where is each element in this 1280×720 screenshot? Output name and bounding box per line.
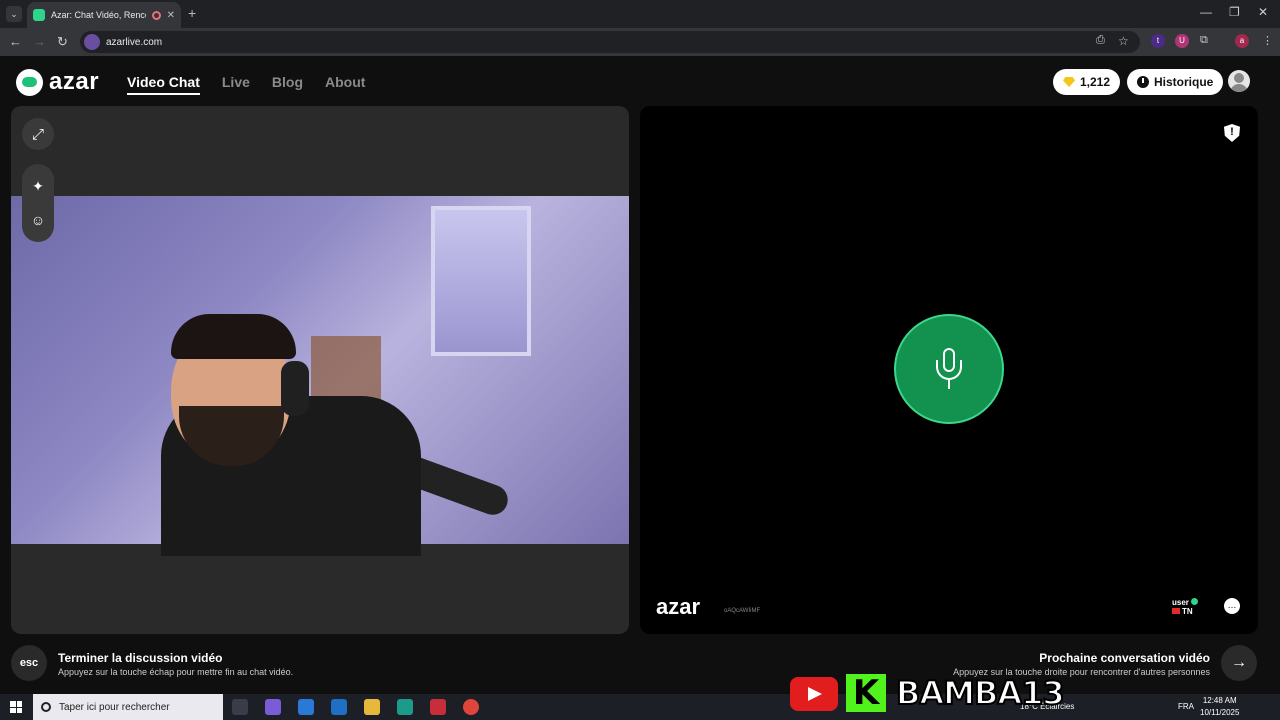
bookmark-star-icon[interactable]: ☆ <box>1118 34 1129 48</box>
forward-icon[interactable]: → <box>33 34 46 49</box>
gem-icon <box>1063 77 1075 87</box>
sparkle-effects-icon[interactable]: ✦ <box>30 178 46 194</box>
azar-watermark: azar <box>656 594 701 619</box>
self-camera-feed <box>11 196 629 556</box>
microphone-button[interactable] <box>894 314 1004 424</box>
esc-key-button[interactable]: esc <box>11 645 47 681</box>
peer-info: user TN <box>1172 598 1198 616</box>
background-window <box>431 206 531 356</box>
nav-live[interactable]: Live <box>222 74 250 95</box>
address-bar: ← → ↻ azarlive.com ⎙ ☆ ⧉ ⋮ <box>0 28 1280 56</box>
tab-search-button[interactable]: ⌄ <box>6 6 22 22</box>
main-nav: Video Chat Live Blog About <box>127 74 365 95</box>
search-placeholder: Taper ici pour rechercher <box>59 701 170 713</box>
microphone-icon <box>934 348 964 390</box>
nav-about[interactable]: About <box>325 74 365 95</box>
windows-start-icon[interactable] <box>10 701 22 713</box>
search-icon <box>41 702 51 712</box>
peer-country: TN <box>1182 607 1193 616</box>
clock-time: 12:48 AM <box>1202 696 1237 705</box>
taskbar-search[interactable]: Taper ici pour rechercher <box>33 694 223 720</box>
tab-close-button[interactable]: ✕ <box>167 10 175 21</box>
person-hair <box>171 314 296 359</box>
history-label: Historique <box>1154 75 1214 89</box>
kick-logo-icon: K <box>846 674 886 712</box>
next-chat-title: Prochaine conversation vidéo <box>1039 651 1210 665</box>
azar-app: azar Video Chat Live Blog About 1,212 Hi… <box>0 56 1280 694</box>
maximize-button[interactable]: ❐ <box>1229 5 1240 19</box>
clock-date: 10/11/2025 <box>1200 708 1240 717</box>
next-chat-button[interactable]: → <box>1221 645 1257 681</box>
nav-blog[interactable]: Blog <box>272 74 303 95</box>
report-shield-icon[interactable]: ! <box>1224 124 1240 142</box>
flag-icon <box>1172 608 1180 614</box>
azar-logo[interactable]: azar <box>16 68 99 96</box>
history-button[interactable]: Historique <box>1127 69 1224 95</box>
install-app-icon[interactable]: ⎙ <box>1096 34 1105 47</box>
chrome-icon[interactable] <box>463 699 479 715</box>
extension-t-icon[interactable]: t <box>1151 34 1165 48</box>
partner-video-panel: ! azar oAQcAWIiMF user TN … <box>640 106 1258 634</box>
reload-icon[interactable]: ↻ <box>57 34 68 50</box>
taskbar-clock[interactable]: 12:48 AM 10/11/2025 <box>1200 695 1239 719</box>
url-field[interactable]: azarlive.com <box>80 31 1140 53</box>
peer-name: user <box>1172 598 1189 607</box>
close-window-button[interactable]: ✕ <box>1258 5 1268 19</box>
recording-icon <box>151 10 161 20</box>
chat-bubble-icon[interactable]: … <box>1224 598 1240 614</box>
url-text: azarlive.com <box>106 36 163 48</box>
end-chat-title: Terminer la discussion vidéo <box>58 651 223 665</box>
logo-text: azar <box>49 68 100 95</box>
face-filter-icon[interactable]: ☺ <box>30 212 46 228</box>
tab-title: Azar: Chat Vidéo, Rencontre <box>51 10 146 20</box>
extensions-icon[interactable]: ⧉ <box>1200 34 1208 47</box>
minimize-button[interactable]: — <box>1200 5 1212 19</box>
profile-icon[interactable]: a <box>1235 34 1249 48</box>
effects-toolbar: ✦ ☺ <box>22 164 54 242</box>
gems-button[interactable]: 1,212 <box>1053 69 1121 95</box>
site-info-icon[interactable] <box>84 34 100 50</box>
app-icon[interactable] <box>430 699 446 715</box>
end-chat-subtitle: Appuyez sur la touche échap pour mettre … <box>58 667 294 677</box>
file-explorer-icon[interactable] <box>364 699 380 715</box>
nav-video-chat[interactable]: Video Chat <box>127 74 200 95</box>
streamer-name: BAMBA13 <box>895 673 1066 713</box>
clock-icon <box>1137 76 1149 88</box>
user-avatar[interactable] <box>1228 70 1250 92</box>
back-icon[interactable]: ← <box>9 34 22 49</box>
session-id: oAQcAWIiMF <box>724 608 761 614</box>
extension-u-icon[interactable]: U <box>1175 34 1189 48</box>
azar-logo-icon <box>16 68 43 96</box>
copilot-icon[interactable] <box>265 699 281 715</box>
windows-taskbar: Taper ici pour rechercher 18°C Éclaircie… <box>0 694 1280 720</box>
store-icon[interactable] <box>298 699 314 715</box>
language-indicator[interactable]: FRA <box>1178 702 1194 711</box>
browser-menu-icon[interactable]: ⋮ <box>1262 34 1273 47</box>
tab-azar[interactable]: Azar: Chat Vidéo, Rencontre ✕ <box>27 2 181 28</box>
tab-bar: ⌄ Azar: Chat Vidéo, Rencontre ✕ + — ❐ ✕ <box>0 0 1280 28</box>
headphone <box>281 361 309 416</box>
mail-icon[interactable] <box>331 699 347 715</box>
self-video-panel: ⤢ ✦ ☺ <box>11 106 629 634</box>
azar-favicon-icon <box>33 9 45 21</box>
edge-icon[interactable] <box>397 699 413 715</box>
gems-count: 1,212 <box>1080 75 1111 89</box>
online-dot-icon <box>1190 598 1198 605</box>
expand-icon[interactable]: ⤢ <box>22 118 54 150</box>
new-tab-button[interactable]: + <box>188 5 196 21</box>
youtube-logo-icon <box>790 677 838 711</box>
task-view-icon[interactable] <box>232 699 248 715</box>
